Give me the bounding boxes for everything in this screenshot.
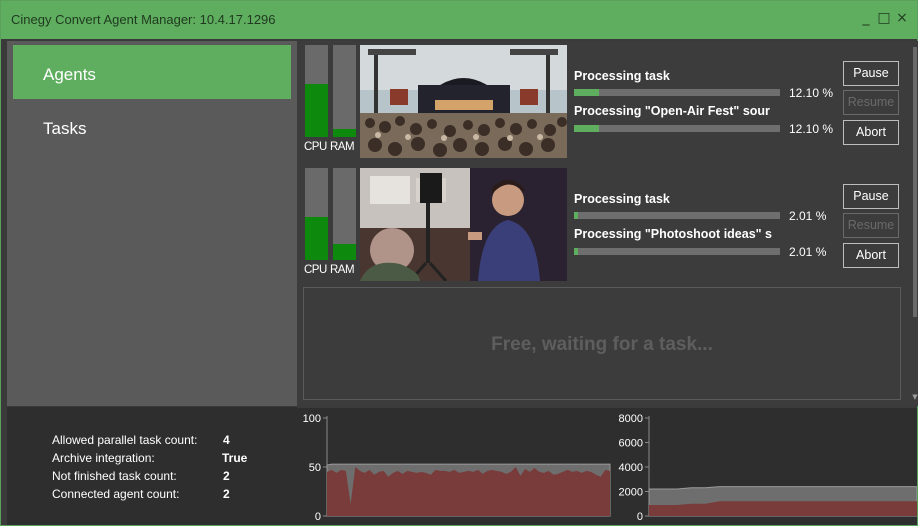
chart-area-usage — [327, 467, 610, 516]
chart-tick-label: 50 — [309, 462, 321, 474]
cpu-meter-fill — [305, 216, 328, 260]
subtask-title: Processing "Photoshoot ideas" s — [574, 227, 773, 241]
pause-button[interactable]: Pause — [843, 61, 899, 86]
app-window: Cinegy Convert Agent Manager: 10.4.17.12… — [0, 0, 918, 526]
sidebar-item-label: Agents — [43, 65, 96, 84]
ram-label: RAM — [330, 264, 355, 276]
ram-meter-fill — [333, 244, 356, 260]
resume-button[interactable]: Resume — [843, 90, 899, 115]
performance-charts: 100 50 0 8000 6000 4000 2000 0 — [297, 406, 918, 525]
task-title: Processing task — [574, 192, 670, 206]
stat-label: Connected agent count: — [52, 487, 180, 501]
subtask-progress-text: 12.10 % — [789, 122, 834, 136]
scrollbar-thumb[interactable] — [913, 47, 917, 317]
cpu-label: CPU — [304, 141, 327, 153]
vertical-scrollbar[interactable]: ▼ — [911, 41, 918, 406]
cpu-meter — [305, 168, 328, 260]
charts-svg: 100 50 0 8000 6000 4000 2000 0 — [297, 406, 918, 523]
resume-button[interactable]: Resume — [843, 213, 899, 238]
sidebar-item-label: Tasks — [43, 119, 87, 138]
cpu-meter — [305, 45, 328, 137]
sidebar: Agents Tasks — [7, 41, 297, 406]
stats-panel: Allowed parallel task count: 4 Archive i… — [7, 407, 297, 525]
photoshoot-thumbnail — [360, 168, 567, 281]
concert-thumbnail — [360, 45, 567, 158]
chart-tick-label: 100 — [303, 413, 321, 425]
chart-tick-label: 2000 — [619, 487, 643, 499]
sidebar-item-tasks[interactable]: Tasks — [13, 99, 291, 153]
stat-value: True — [222, 451, 248, 465]
ram-meter-fill — [333, 128, 356, 137]
cpu-meter-fill — [305, 83, 328, 137]
subtask-progress-fill — [574, 125, 599, 132]
abort-button[interactable]: Abort — [843, 243, 899, 268]
subtask-progress-fill — [574, 248, 579, 255]
stat-label: Archive integration: — [52, 451, 155, 465]
task-progress-text: 2.01 % — [789, 209, 827, 223]
chart-tick-label: 4000 — [619, 462, 643, 474]
ram-meter — [333, 45, 356, 137]
ram-meter — [333, 168, 356, 260]
title-bar[interactable]: Cinegy Convert Agent Manager: 10.4.17.12… — [1, 1, 917, 39]
task-title: Processing task — [574, 69, 670, 83]
minimize-icon[interactable]: _ — [859, 11, 873, 25]
agent-card: CPU RAM — [303, 164, 907, 281]
task-progress-bar — [574, 212, 780, 219]
pause-button[interactable]: Pause — [843, 184, 899, 209]
stat-value: 2 — [223, 487, 230, 501]
subtask-progress-text: 2.01 % — [789, 245, 827, 259]
cpu-label: CPU — [304, 264, 327, 276]
task-progress-fill — [574, 212, 579, 219]
scroll-down-icon[interactable]: ▼ — [911, 393, 918, 401]
ram-label: RAM — [330, 141, 355, 153]
free-agent-slot: Free, waiting for a task... — [303, 287, 901, 400]
chart-tick-label: 6000 — [619, 438, 643, 450]
sidebar-item-agents[interactable]: Agents — [13, 45, 291, 99]
close-icon[interactable]: × — [895, 11, 909, 25]
stat-value: 4 — [223, 433, 230, 447]
chart-tick-label: 8000 — [619, 413, 643, 425]
subtask-progress-bar — [574, 248, 780, 255]
subtask-title: Processing "Open-Air Fest" sour — [574, 104, 770, 118]
maximize-icon[interactable]: □ — [877, 11, 891, 25]
chart-tick-label: 0 — [315, 511, 321, 523]
task-progress-fill — [574, 89, 599, 96]
stat-label: Not finished task count: — [52, 469, 177, 483]
stat-value: 2 — [223, 469, 230, 483]
subtask-progress-bar — [574, 125, 780, 132]
stat-label: Allowed parallel task count: — [52, 433, 198, 447]
abort-button[interactable]: Abort — [843, 120, 899, 145]
task-progress-bar — [574, 89, 780, 96]
window-title: Cinegy Convert Agent Manager: 10.4.17.12… — [11, 12, 276, 27]
task-progress-text: 12.10 % — [789, 86, 834, 100]
chart-tick-label: 0 — [637, 511, 643, 523]
free-slot-label: Free, waiting for a task... — [491, 334, 713, 355]
agent-card: CPU RAM — [303, 41, 907, 158]
agents-panel: CPU RAM Processing task 12.10 % Processi… — [297, 41, 911, 406]
